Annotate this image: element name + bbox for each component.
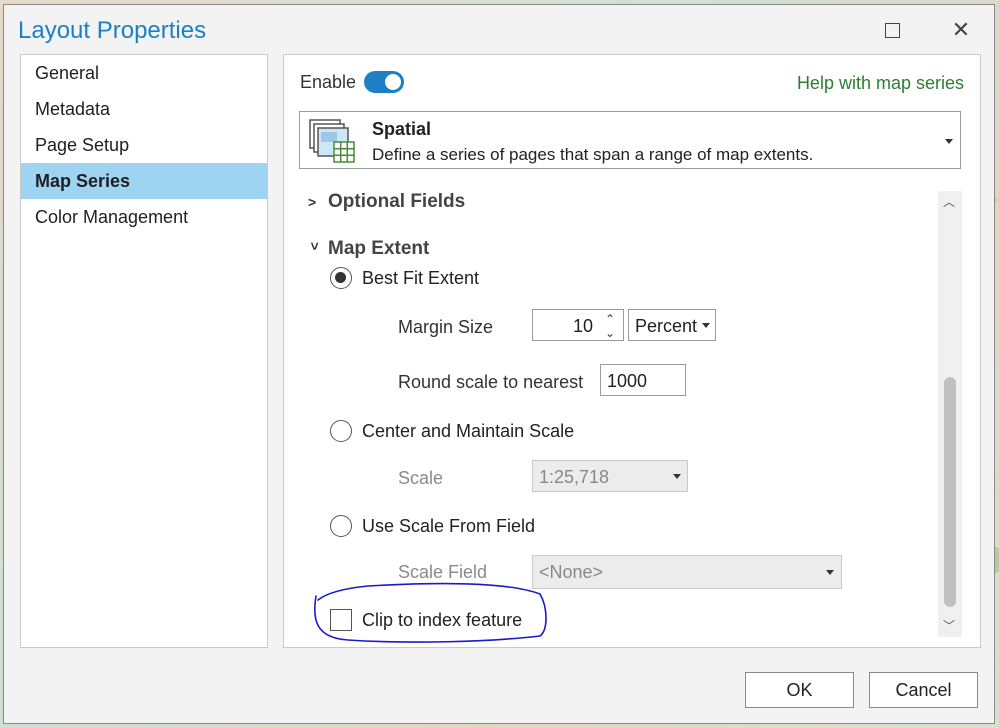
chevron-down-icon	[673, 474, 681, 479]
enable-toggle[interactable]	[364, 71, 405, 93]
sidebar-item-page-setup[interactable]: Page Setup	[21, 127, 267, 163]
scale-value: 1:25,718	[539, 467, 610, 487]
chevron-down-icon	[826, 570, 834, 575]
sidebar-item-color-management[interactable]: Color Management	[21, 199, 267, 235]
ok-button[interactable]: OK	[745, 672, 854, 708]
sidebar: General Metadata Page Setup Map Series C…	[20, 54, 268, 648]
spinner-arrows[interactable]: ⌃ ⌄	[601, 312, 619, 340]
map-extent-header[interactable]: > Map Extent	[307, 238, 430, 260]
enable-row: Enable	[300, 71, 405, 93]
enable-label: Enable	[300, 71, 357, 92]
optional-fields-header[interactable]: > Optional Fields	[308, 191, 465, 213]
margin-size-spinner[interactable]: 10 ⌃ ⌄	[532, 309, 624, 341]
settings-scroll-area: > Optional Fields > Map Extent Best Fit …	[284, 185, 964, 639]
scroll-up-icon[interactable]: ︿	[943, 193, 955, 210]
center-maintain-label: Center and Maintain Scale	[362, 420, 575, 441]
spatial-series-icon	[309, 119, 355, 163]
map-series-panel: Enable Help with map series Spatial Defi…	[283, 54, 981, 648]
maximize-button[interactable]	[877, 15, 907, 45]
scale-field-label: Scale Field	[398, 562, 488, 582]
margin-unit-value: Percent	[635, 316, 698, 336]
vertical-scrollbar[interactable]: ︿ ﹀	[938, 191, 962, 637]
center-maintain-scale-option[interactable]: Center and Maintain Scale	[330, 420, 574, 442]
title-bar: Layout Properties ✕	[4, 5, 994, 55]
cancel-button[interactable]: Cancel	[869, 672, 978, 708]
series-type-description: Define a series of pages that span a ran…	[372, 145, 814, 164]
chevron-down-icon	[702, 323, 710, 328]
maximize-icon	[884, 22, 900, 38]
round-scale-value: 1000	[607, 371, 648, 391]
scale-from-field-radio[interactable]	[330, 515, 352, 537]
scale-select[interactable]: 1:25,718	[532, 460, 688, 492]
margin-size-label: Margin Size	[398, 317, 494, 337]
map-extent-label: Map Extent	[328, 238, 430, 259]
chevron-down-icon: >	[307, 242, 323, 251]
toggle-knob	[385, 74, 402, 90]
chevron-up-icon[interactable]: ⌃	[605, 312, 615, 326]
scale-field-value: <None>	[539, 562, 604, 582]
series-type-dropdown[interactable]: Spatial Define a series of pages that sp…	[299, 111, 961, 169]
best-fit-extent-option[interactable]: Best Fit Extent	[330, 267, 479, 289]
scroll-thumb[interactable]	[944, 377, 956, 607]
sidebar-item-metadata[interactable]: Metadata	[21, 91, 267, 127]
clip-to-index-option[interactable]: Clip to index feature	[330, 609, 522, 631]
help-map-series-link[interactable]: Help with map series	[797, 73, 964, 94]
sidebar-item-map-series[interactable]: Map Series	[21, 163, 267, 199]
round-scale-input[interactable]: 1000	[600, 364, 686, 396]
round-scale-label: Round scale to nearest	[398, 372, 584, 392]
chevron-right-icon: >	[308, 194, 317, 210]
best-fit-radio[interactable]	[330, 267, 352, 289]
chevron-down-icon	[945, 139, 953, 144]
series-type-name: Spatial	[372, 119, 432, 139]
layout-properties-dialog: Layout Properties ✕ General Metadata Pag…	[3, 4, 995, 724]
sidebar-item-general[interactable]: General	[21, 55, 267, 91]
use-scale-from-field-option[interactable]: Use Scale From Field	[330, 515, 535, 537]
window-title: Layout Properties	[18, 17, 207, 44]
optional-fields-label: Optional Fields	[328, 191, 466, 212]
close-icon: ✕	[951, 17, 971, 42]
clip-to-index-label: Clip to index feature	[362, 609, 523, 630]
center-maintain-radio[interactable]	[330, 420, 352, 442]
scale-from-field-label: Use Scale From Field	[362, 515, 536, 536]
margin-size-value: 10	[572, 316, 593, 336]
close-button[interactable]: ✕	[946, 15, 976, 45]
scroll-down-icon[interactable]: ﹀	[943, 617, 955, 634]
best-fit-label: Best Fit Extent	[362, 267, 480, 288]
clip-to-index-checkbox[interactable]	[330, 609, 352, 631]
chevron-down-icon[interactable]: ⌄	[605, 326, 615, 340]
scale-field-select[interactable]: <None>	[532, 555, 842, 589]
scale-label: Scale	[398, 468, 444, 488]
margin-unit-select[interactable]: Percent	[628, 309, 716, 341]
